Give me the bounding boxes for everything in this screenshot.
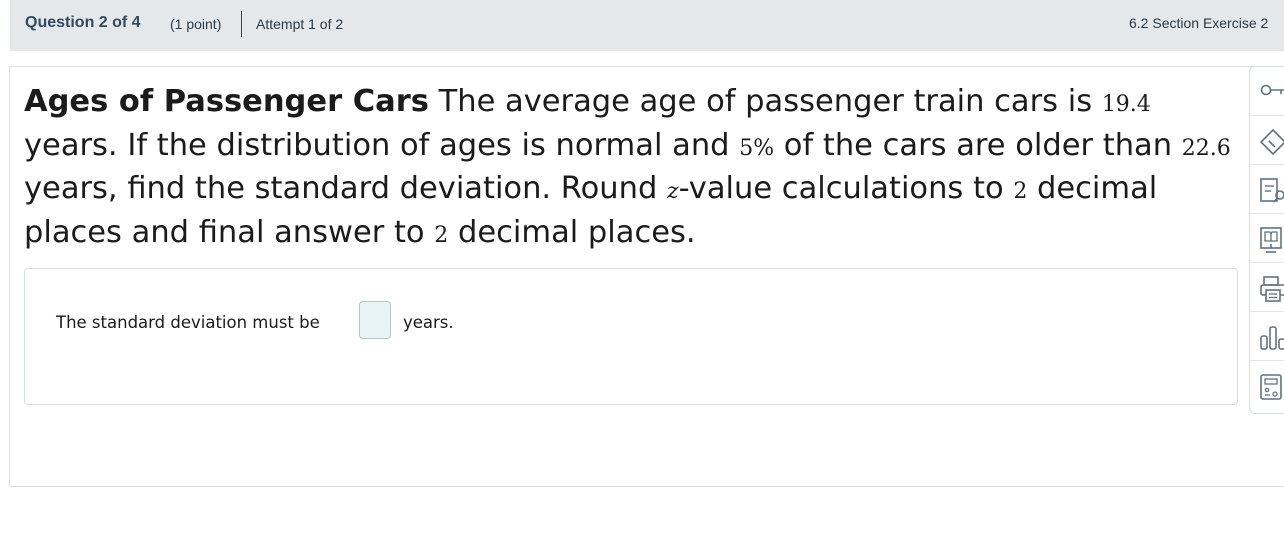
tools-sidebar bbox=[1249, 66, 1284, 414]
answer-suffix: years. bbox=[403, 313, 454, 332]
ebook-icon bbox=[1260, 227, 1282, 253]
attempt-counter: Attempt 1 of 2 bbox=[256, 16, 344, 32]
question-text: Ages of Passenger Cars The average age o… bbox=[24, 84, 1231, 250]
statistics-chart-icon bbox=[1260, 326, 1284, 350]
final-decimal-places: 2 bbox=[434, 222, 449, 248]
section-title: 6.2 Section Exercise 2 bbox=[1129, 15, 1269, 31]
z-variable: z bbox=[667, 179, 679, 204]
calculator-tool-button[interactable] bbox=[1250, 361, 1284, 409]
statistics-tool-button[interactable] bbox=[1250, 312, 1284, 361]
key-tool-button[interactable] bbox=[1250, 67, 1284, 116]
answer-input[interactable] bbox=[359, 301, 391, 339]
answer-panel: The standard deviation must be years. bbox=[24, 268, 1238, 405]
ebook-tool-button[interactable] bbox=[1250, 214, 1284, 263]
notes-search-icon bbox=[1260, 178, 1284, 203]
question-header: Question 2 of 4 (1 point) Attempt 1 of 2… bbox=[10, 0, 1284, 51]
answer-prefix: The standard deviation must be bbox=[56, 313, 320, 332]
z-decimal-places: 2 bbox=[1013, 179, 1028, 204]
print-icon bbox=[1260, 276, 1284, 302]
calculator-icon bbox=[1260, 374, 1282, 400]
key-icon bbox=[1260, 84, 1284, 96]
notes-tool-button[interactable] bbox=[1250, 165, 1284, 214]
percent-value: 5% bbox=[739, 135, 775, 161]
mean-value: 19.4 bbox=[1101, 92, 1151, 117]
eraser-icon bbox=[1260, 128, 1284, 156]
question-title: Ages of Passenger Cars bbox=[24, 84, 429, 119]
question-points: (1 point) bbox=[170, 16, 222, 32]
question-number: Question 2 of 4 bbox=[25, 14, 141, 31]
eraser-tool-button[interactable] bbox=[1250, 116, 1284, 165]
cutoff-value: 22.6 bbox=[1181, 135, 1231, 161]
header-divider bbox=[241, 11, 242, 37]
print-tool-button[interactable] bbox=[1250, 263, 1284, 312]
